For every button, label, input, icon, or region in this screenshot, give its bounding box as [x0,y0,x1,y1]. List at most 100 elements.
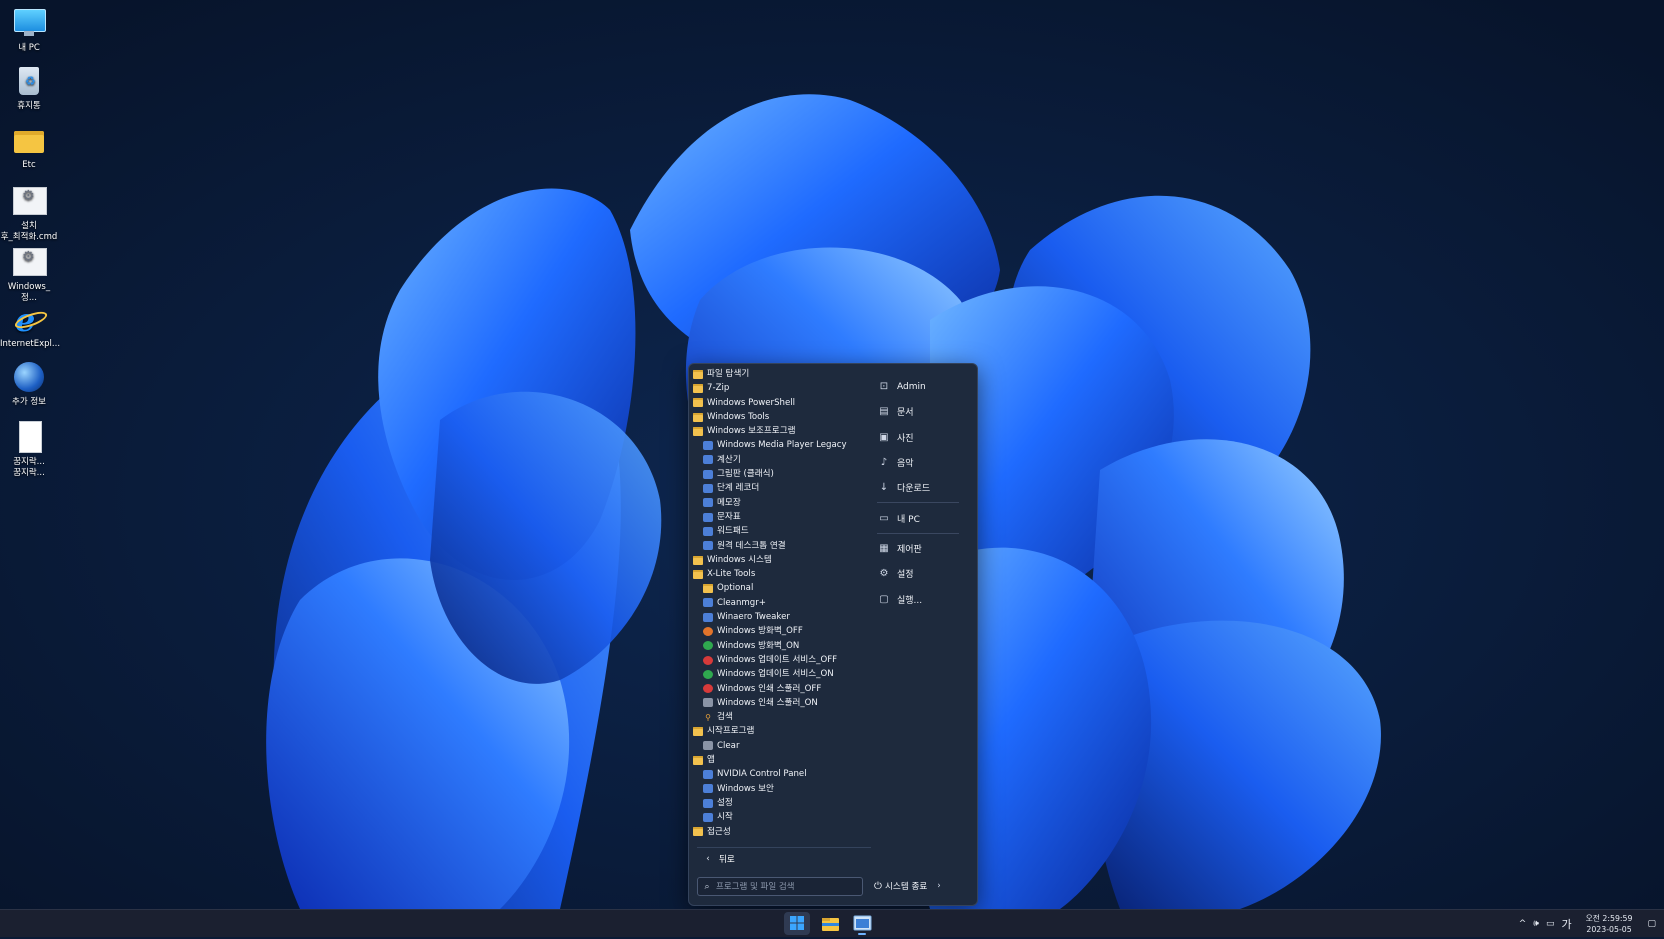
chevron-left-icon: ‹ [706,854,710,864]
back-button[interactable]: ‹ 뒤로 [697,847,871,870]
desktop-icon-recycle-bin[interactable]: ♻ 휴지통 [0,58,58,112]
program-item[interactable]: Windows 방화벽_ON [693,639,893,653]
program-item[interactable]: Windows 보조프로그램 [693,424,893,438]
desktop-icon-my-pc[interactable]: 내 PC [0,0,58,54]
search-box[interactable]: ⌕ [697,877,863,896]
program-label: Clear [717,740,740,751]
program-item[interactable]: Optional [693,581,893,595]
program-item[interactable]: 파일 탐색기 [693,367,893,381]
start-button[interactable] [784,912,810,935]
program-item[interactable]: 계산기 [693,453,893,467]
program-item[interactable]: 원격 데스크톱 연결 [693,539,893,553]
program-item[interactable]: Windows Media Player Legacy [693,438,893,452]
program-item[interactable]: Windows 인쇄 스풀러_OFF [693,682,893,696]
user-icon: ⊡ [879,381,889,393]
program-label: 계산기 [717,454,741,465]
program-item[interactable]: 문자표 [693,510,893,524]
program-item[interactable]: 워드패드 [693,524,893,538]
program-item[interactable]: 앱 [693,753,893,767]
ime-indicator[interactable]: 가 [1561,916,1571,932]
program-item[interactable]: 시작프로그램 [693,724,893,738]
program-item[interactable]: 메모장 [693,496,893,510]
picture-icon: ▣ [879,431,889,443]
computer-icon: ▭ [879,512,889,524]
steps-recorder-icon [703,484,713,494]
program-item[interactable]: Windows PowerShell [693,396,893,410]
program-item[interactable]: 7-Zip [693,381,893,395]
search-input[interactable] [716,881,846,892]
program-label: NVIDIA Control Panel [717,769,807,780]
program-item[interactable]: 접근성 [693,825,893,839]
program-item[interactable]: Winaero Tweaker [693,610,893,624]
program-label: 단계 레코더 [717,483,760,494]
place-settings[interactable]: ⚙ 설정 [869,561,969,586]
search-icon: ⚲ [705,712,711,722]
program-label: Cleanmgr+ [717,597,766,608]
place-control-panel[interactable]: ▦ 제어판 [869,536,969,561]
place-label: 제어판 [897,544,922,555]
desktop-icon-setup-cmd[interactable]: ⚙ 설치 후_최적화.cmd [0,178,58,243]
place-downloads[interactable]: ↓ 다운로드 [869,475,969,500]
program-label: Windows 시스템 [707,554,772,565]
desktop-icon-internet-explorer[interactable]: e InternetExpl... [0,296,60,350]
places-pane: ⊡ Admin ▤ 문서 ▣ 사진 ♪ 음악 ↓ 다운로드 ▭ 내 PC ▦ 제어판 ⚙ 설정 … [869,374,969,612]
desktop-icon-windows-cmd[interactable]: ⚙ Windows_정... [0,239,58,304]
place-my-pc[interactable]: ▭ 내 PC [869,505,969,530]
network-icon[interactable]: ▭ [1546,919,1555,929]
shutdown-button[interactable]: ⏻ 시스템 종료 › [871,877,961,895]
file-explorer-taskbar-button[interactable] [817,912,843,935]
separator [877,502,959,504]
program-item[interactable]: 시작 [693,810,893,824]
desktop-icon-file[interactable]: 꿈지락... 꿈지락... [0,414,58,479]
cmd-gear-icon: ⚙ [12,184,47,218]
place-documents[interactable]: ▤ 문서 [869,399,969,424]
program-item[interactable]: Windows 인쇄 스풀러_ON [693,696,893,710]
program-item[interactable]: Cleanmgr+ [693,596,893,610]
internet-explorer-icon: e [12,302,50,336]
program-label: Windows 업데이트 서비스_OFF [717,654,838,665]
program-item[interactable]: Windows 방화벽_OFF [693,624,893,638]
notification-icon[interactable]: ▢ [1647,919,1656,929]
clock[interactable]: 오전 2:59:59 2023-05-05 [1586,913,1633,935]
folder-icon [693,383,703,393]
media-player-icon [703,441,713,451]
desktop-icon-more-info[interactable]: 추가 정보 [0,354,58,408]
program-item[interactable]: Windows 업데이트 서비스_ON [693,667,893,681]
folder-icon [693,412,703,422]
chevron-right-icon[interactable]: › [937,881,940,891]
volume-icon[interactable]: 🕪 [1533,919,1539,929]
clock-time: 오전 2:59:59 [1585,913,1633,923]
desktop-icon-label: 꿈지락... [13,457,45,467]
desktop-icon-etc-folder[interactable]: Etc [0,117,58,171]
clock-date: 2023-05-05 [1586,924,1632,934]
chevron-up-icon[interactable]: ^ [1519,919,1527,929]
place-admin[interactable]: ⊡ Admin [869,374,969,399]
program-item[interactable]: Windows Tools [693,410,893,424]
program-item[interactable]: Windows 보안 [693,782,893,796]
monitor-icon [12,6,46,40]
app-taskbar-button[interactable] [849,912,875,935]
program-item[interactable]: 그림판 (클래식) [693,467,893,481]
nvidia-icon [703,769,713,779]
program-label: Windows 인쇄 스풀러_OFF [717,683,822,694]
desktop-icon-label: Etc [22,160,36,170]
program-item[interactable]: NVIDIA Control Panel [693,767,893,781]
separator [877,532,959,534]
program-item[interactable]: ⚲ 검색 [693,710,893,724]
place-music[interactable]: ♪ 음악 [869,450,969,475]
program-label: 메모장 [717,497,741,508]
program-item[interactable]: 설정 [693,796,893,810]
place-label: 설정 [897,570,914,581]
program-item[interactable]: Windows 시스템 [693,553,893,567]
program-label: Optional [717,583,754,594]
place-run[interactable]: ▢ 실행... [869,586,969,611]
program-item[interactable]: X-Lite Tools [693,567,893,581]
program-item[interactable]: 단계 레코더 [693,481,893,495]
program-label: 앱 [707,755,715,766]
place-pictures[interactable]: ▣ 사진 [869,425,969,450]
program-item[interactable]: Clear [693,739,893,753]
program-label: 워드패드 [717,526,749,537]
program-item[interactable]: Windows 업데이트 서비스_OFF [693,653,893,667]
program-label: Winaero Tweaker [717,612,790,623]
run-icon: ▢ [879,593,889,605]
